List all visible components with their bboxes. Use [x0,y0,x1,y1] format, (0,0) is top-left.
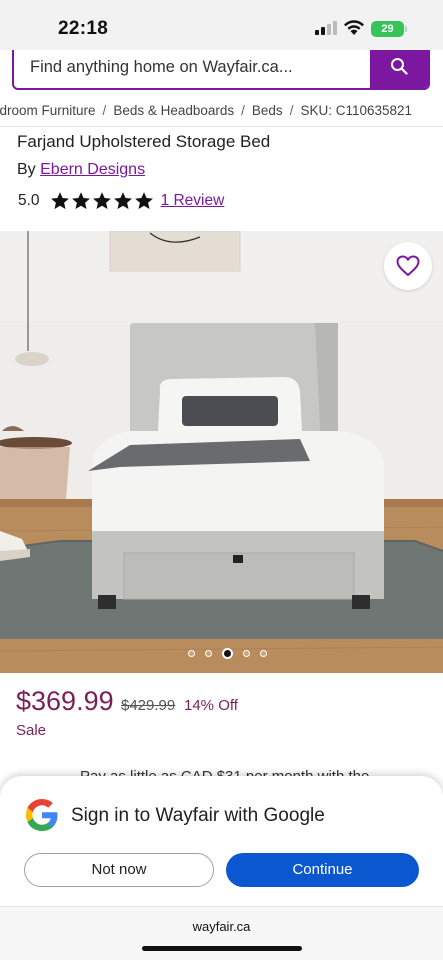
star-icon [50,192,69,209]
rating-value: 5.0 [18,192,40,209]
battery-level: 29 [381,23,394,35]
heart-icon [396,255,420,277]
star-rating [50,191,155,211]
reviews-link[interactable]: 1 Review [161,192,225,210]
star-icon [92,192,111,209]
url-text[interactable]: wayfair.ca [0,919,443,934]
breadcrumb-bedroom-furniture[interactable]: edroom Furniture [0,103,96,118]
favorite-button[interactable] [384,242,432,290]
status-bar: 22:18 29 [0,0,443,50]
pagination-dot[interactable] [188,649,195,657]
by-prefix: By [17,161,36,178]
product-title: Farjand Upholstered Storage Bed [17,132,271,151]
breadcrumb-sku: SKU: C110635821 [300,103,413,118]
pagination-dot[interactable] [205,649,212,657]
breadcrumb-beds[interactable]: Beds [252,103,283,118]
browser-url-bar[interactable]: wayfair.ca [0,906,443,960]
star-icon [134,192,153,209]
star-icon [113,192,132,209]
breadcrumb-separator: / [241,103,245,118]
brand-line: By Ebern Designs [17,161,145,179]
search-button[interactable] [370,50,428,88]
status-time: 22:18 [58,18,109,39]
rating-row: 5.0 1 Review [18,190,224,212]
not-now-button[interactable]: Not now [24,853,214,887]
discount-label: 14% Off [184,697,238,714]
pagination-dot[interactable] [243,649,250,657]
sale-badge: Sale [16,722,47,739]
search-icon [391,58,408,75]
breadcrumb-beds-headboards[interactable]: Beds & Headboards [113,103,234,118]
image-pagination [183,646,272,660]
breadcrumb-separator: / [102,103,107,118]
brand-link[interactable]: Ebern Designs [40,161,145,178]
cellular-signal-icon [315,21,337,35]
wifi-icon [344,20,364,35]
bedroom-scene-illustration [0,231,443,673]
home-indicator[interactable] [142,946,302,951]
breadcrumb: edroom Furniture / Beds & Headboards / Beds /… [0,103,443,123]
product-image[interactable] [0,231,443,673]
original-price: $429.99 [121,697,176,714]
signin-title: Sign in to Wayfair with Google [71,805,325,826]
continue-button[interactable]: Continue [226,853,419,887]
search-input[interactable]: Find anything home on Wayfair.ca... [30,58,293,77]
battery-tip [405,26,407,32]
google-logo-icon [26,799,58,831]
battery-icon: 29 [371,21,404,37]
divider [0,126,443,127]
pagination-dot-active[interactable] [222,647,233,659]
breadcrumb-separator: / [289,103,294,118]
star-icon [71,192,90,209]
sale-price: $369.99 [16,686,114,716]
pagination-dot[interactable] [260,649,267,657]
search-bar[interactable]: Find anything home on Wayfair.ca... [12,50,430,90]
